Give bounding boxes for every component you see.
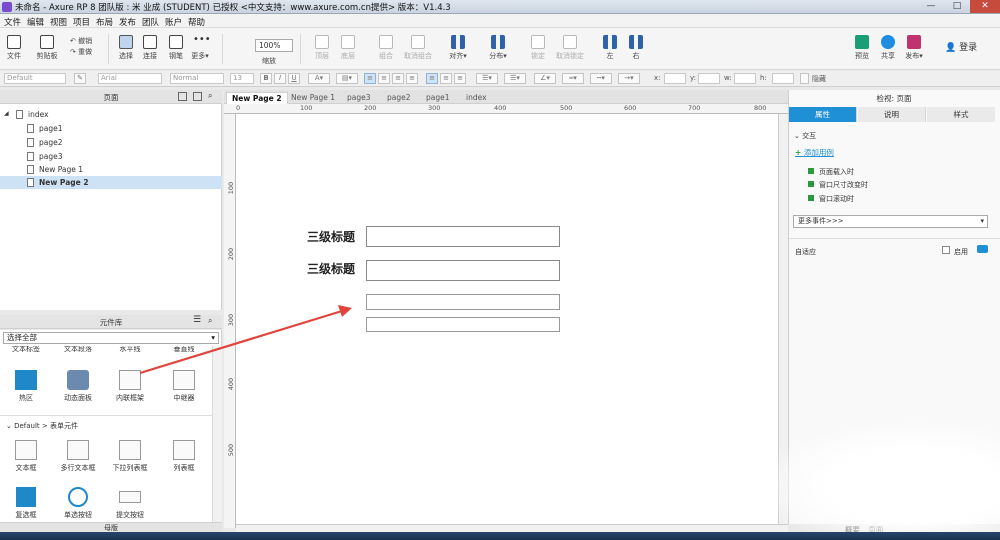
plus-icon: + bbox=[795, 148, 804, 157]
screen-glare bbox=[755, 420, 1000, 540]
interaction-section[interactable]: ⌄ 交互 bbox=[794, 131, 816, 141]
tab-notes[interactable]: 说明 bbox=[858, 107, 926, 122]
add-case-link[interactable]: + 添加用例 bbox=[795, 147, 834, 158]
adaptive-settings-icon[interactable] bbox=[977, 245, 988, 253]
more-events-select[interactable]: 更多事件>>> ▾ bbox=[793, 215, 988, 228]
adaptive-label: 自适应 bbox=[795, 248, 816, 256]
tab-style[interactable]: 样式 bbox=[927, 107, 995, 122]
inspector-title: 检视: 页面 bbox=[876, 94, 912, 103]
chevron-down-icon: ⌄ bbox=[794, 132, 803, 140]
chevron-down-icon: ▾ bbox=[980, 217, 984, 225]
tab-properties[interactable]: 属性 bbox=[789, 107, 857, 122]
windows-taskbar bbox=[0, 532, 1000, 540]
enable-label: 启用 bbox=[954, 248, 968, 256]
event-icon bbox=[808, 168, 814, 174]
event-icon bbox=[808, 181, 814, 187]
enable-adaptive-checkbox[interactable] bbox=[942, 246, 950, 254]
event-window-scroll[interactable]: 窗口滚动时 bbox=[808, 194, 854, 204]
divider bbox=[789, 238, 1000, 239]
event-window-resize[interactable]: 窗口尺寸改变时 bbox=[808, 180, 868, 190]
event-icon bbox=[808, 195, 814, 201]
event-page-load[interactable]: 页面载入时 bbox=[808, 167, 854, 177]
